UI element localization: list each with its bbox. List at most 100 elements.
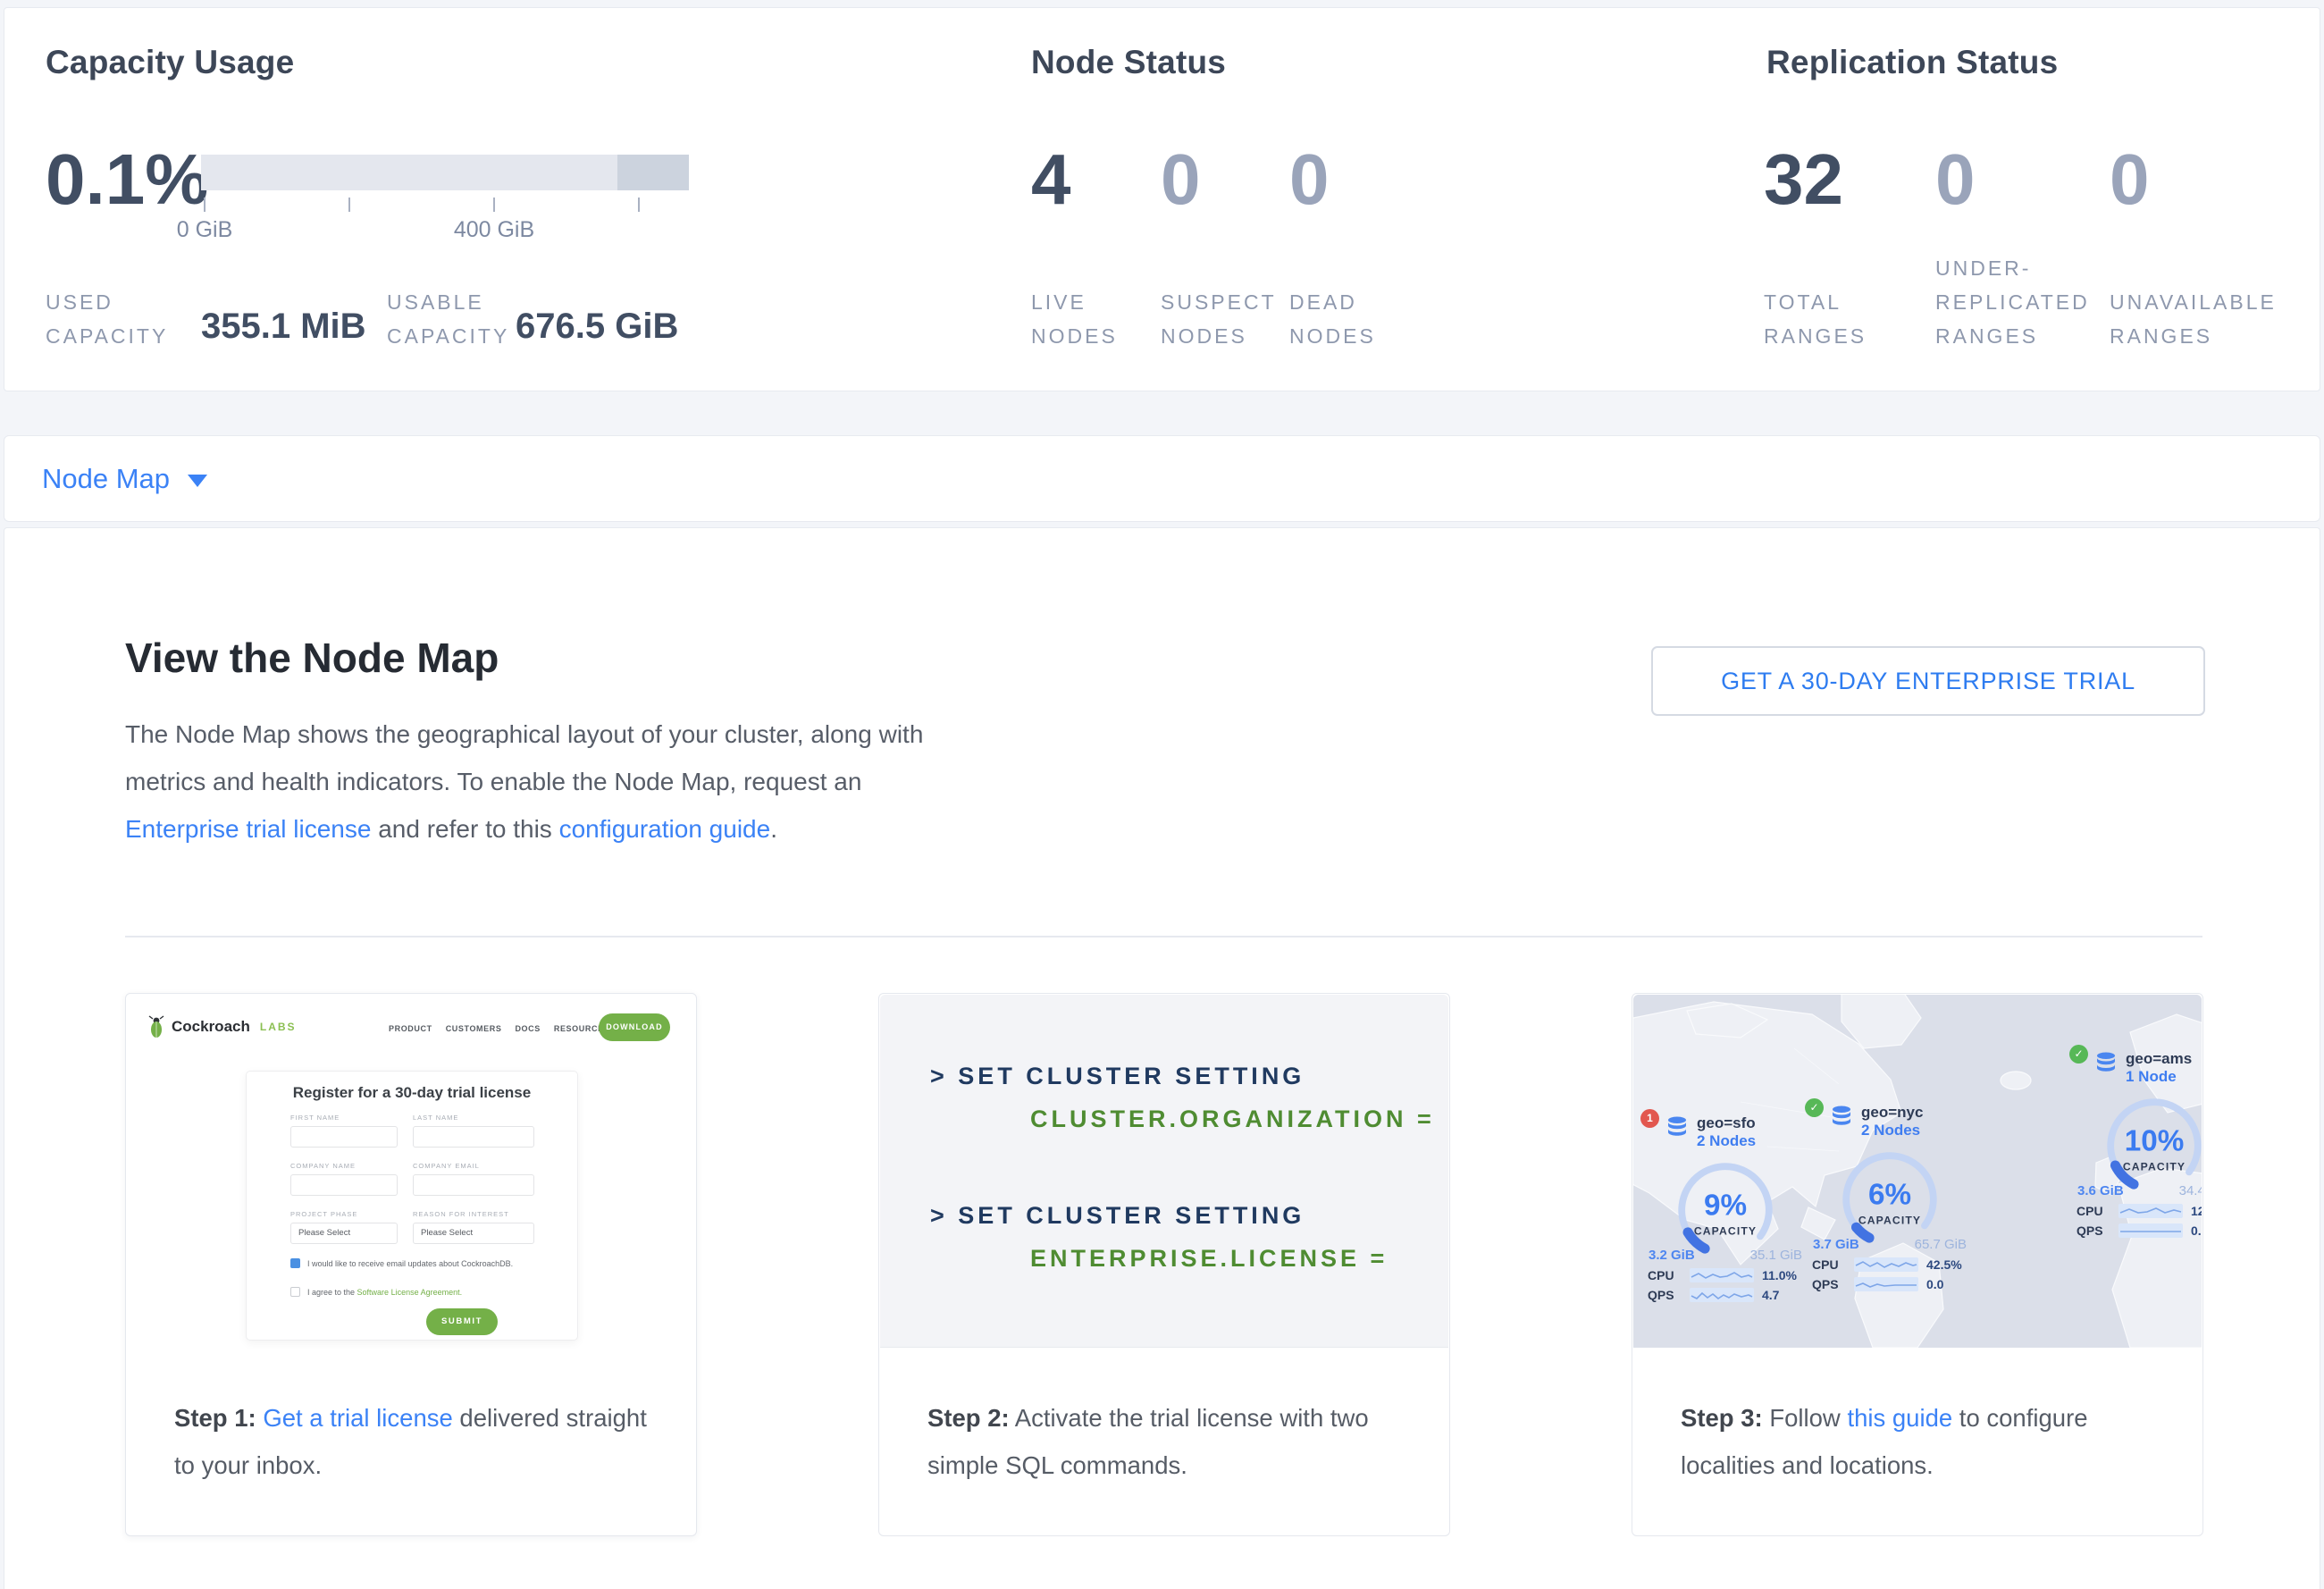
- first-name-label: FIRST NAME: [290, 1114, 398, 1122]
- step1-card: Cockroach LABS PRODUCT CUSTOMERS DOCS RE…: [125, 993, 697, 1536]
- step2-card: > SET CLUSTER SETTING CLUSTER.ORGANIZATI…: [878, 993, 1450, 1536]
- database-icon: [1828, 1104, 1855, 1131]
- locality-ams: ✓ geo=ams 1 Node: [2069, 1050, 2202, 1238]
- step3-card: 1 geo=sfo 2 Nodes: [1632, 993, 2203, 1536]
- dead-nodes-value: 0: [1289, 142, 1330, 217]
- qps-label: QPS: [1812, 1277, 1846, 1291]
- cpu-sparkline: [1854, 1257, 1918, 1272]
- license-agreement-checkbox-row: I agree to the Software License Agreemen…: [290, 1287, 462, 1297]
- capacity-axis-tick: [493, 198, 495, 212]
- gauge-percent: 9%: [1704, 1190, 1747, 1223]
- sql-prompt: >: [930, 1202, 948, 1229]
- step1-label: Step 1:: [174, 1404, 256, 1432]
- locality-node-count: 2 Nodes: [1697, 1132, 1756, 1150]
- node-map-dropdown-label: Node Map: [42, 463, 170, 495]
- company-email-field: COMPANY EMAIL: [413, 1162, 534, 1196]
- usable-capacity-label-line1: USABLE: [387, 285, 509, 319]
- dead-nodes-label-line2: NODES: [1289, 319, 1376, 353]
- project-phase-label: PROJECT PHASE: [290, 1210, 398, 1218]
- registration-site-screenshot: Cockroach LABS PRODUCT CUSTOMERS DOCS RE…: [131, 999, 691, 1387]
- submit-pill-button: SUBMIT: [426, 1308, 498, 1335]
- gauge-percent: 6%: [1868, 1179, 1911, 1212]
- qps-metric-row: QPS 0.0: [2076, 1223, 2202, 1238]
- company-name-field: COMPANY NAME: [290, 1162, 398, 1196]
- cpu-label: CPU: [2076, 1204, 2110, 1218]
- this-guide-link[interactable]: this guide: [1847, 1404, 1952, 1432]
- company-email-label: COMPANY EMAIL: [413, 1162, 534, 1170]
- usable-capacity-value: 676.5 GiB: [516, 307, 678, 347]
- trial-steps-cards: Cockroach LABS PRODUCT CUSTOMERS DOCS RE…: [125, 993, 2203, 1536]
- last-name-input: [413, 1126, 534, 1148]
- capacity-used: 3.2 GiB: [1649, 1248, 1695, 1263]
- suspect-nodes-label: SUSPECT NODES: [1161, 285, 1277, 353]
- sql-setting-name: ENTERPRISE.LICENSE =: [1030, 1245, 1388, 1272]
- last-name-field: LAST NAME: [413, 1114, 534, 1148]
- cpu-sparkline: [1690, 1268, 1754, 1282]
- dead-nodes-label: DEAD NODES: [1289, 285, 1376, 353]
- download-pill-button: DOWNLOAD: [599, 1013, 670, 1041]
- step3-label: Step 3:: [1681, 1404, 1763, 1432]
- total-ranges-label-line2: RANGES: [1764, 319, 1867, 353]
- live-nodes-label-line1: LIVE: [1031, 285, 1118, 319]
- suspect-nodes-label-line2: NODES: [1161, 319, 1277, 353]
- unavailable-label-line1: UNAVAILABLE: [2110, 285, 2277, 319]
- project-phase-select: Please Select: [290, 1223, 398, 1244]
- description-text-3: .: [770, 815, 777, 843]
- cpu-metric-row: CPU 12.3%: [2076, 1204, 2202, 1218]
- sql-line-2: CLUSTER.ORGANIZATION =: [1030, 1106, 1435, 1133]
- brand-suffix: LABS: [260, 1021, 297, 1033]
- locality-node-count: 2 Nodes: [1861, 1122, 1923, 1139]
- cpu-value: 11.0%: [1762, 1268, 1797, 1282]
- brand-name: Cockroach: [172, 1018, 250, 1036]
- first-name-input: [290, 1126, 398, 1148]
- form-title: Register for a 30-day trial license: [247, 1084, 577, 1102]
- license-agreement-pre: I agree to the: [307, 1288, 357, 1297]
- license-agreement-text: I agree to the Software License Agreemen…: [307, 1288, 462, 1297]
- replication-status-title: Replication Status: [1766, 44, 2058, 81]
- capacity-percent-value: 0.1%: [46, 142, 208, 217]
- gauge-label: CAPACITY: [1858, 1215, 1921, 1227]
- project-phase-field: PROJECT PHASE Please Select: [290, 1210, 398, 1244]
- node-map-dropdown[interactable]: Node Map: [42, 463, 207, 495]
- check-badge-icon: ✓: [1805, 1098, 1824, 1117]
- qps-label: QPS: [1648, 1288, 1682, 1302]
- view-selector-bar: Node Map: [4, 435, 2320, 522]
- qps-metric-row: QPS 4.7: [1648, 1288, 1810, 1302]
- company-email-input: [413, 1174, 534, 1196]
- nav-item-product: PRODUCT: [389, 1024, 432, 1033]
- reason-select: Please Select: [413, 1223, 534, 1244]
- nav-item-docs: DOCS: [515, 1024, 540, 1033]
- used-capacity-label-line1: USED: [46, 285, 168, 319]
- cluster-overview-page: Capacity Usage 0.1% 0 GiB 400 GiB USED C…: [0, 0, 2324, 1589]
- locality-nyc: ✓ geo=nyc 2 Nodes: [1805, 1104, 1975, 1291]
- qps-metric-row: QPS 0.0: [1812, 1277, 1975, 1291]
- capacity-axis-label-400: 400 GiB: [423, 217, 566, 243]
- qps-sparkline: [1854, 1277, 1918, 1291]
- locality-name: geo=ams: [2126, 1050, 2192, 1068]
- locality-ams-header: ✓ geo=ams 1 Node: [2069, 1050, 2202, 1097]
- node-status-title: Node Status: [1031, 44, 1226, 81]
- get-enterprise-trial-button[interactable]: GET A 30-DAY ENTERPRISE TRIAL: [1651, 646, 2205, 716]
- cockroach-labs-logo: Cockroach LABS: [147, 1015, 297, 1038]
- cockroach-bug-icon: [147, 1015, 165, 1038]
- capacity-total: 35.1 GiB: [1750, 1248, 1802, 1263]
- gauge-percent: 10%: [2125, 1125, 2185, 1158]
- capacity-axis-tick: [204, 198, 206, 212]
- sql-command: SET CLUSTER SETTING: [958, 1063, 1305, 1089]
- capacity-used: 3.7 GiB: [1813, 1237, 1859, 1252]
- get-trial-license-link[interactable]: Get a trial license: [263, 1404, 452, 1432]
- used-capacity-label: USED CAPACITY: [46, 285, 168, 353]
- gauge-label: CAPACITY: [2123, 1161, 2186, 1173]
- sql-prompt: >: [930, 1063, 948, 1089]
- under-replicated-ranges-label: UNDER- REPLICATED RANGES: [1935, 251, 2090, 353]
- cpu-metric-row: CPU 42.5%: [1812, 1257, 1975, 1272]
- node-map-info-panel: View the Node Map The Node Map shows the…: [4, 527, 2320, 1589]
- suspect-nodes-label-line1: SUSPECT: [1161, 285, 1277, 319]
- configuration-guide-link[interactable]: configuration guide: [559, 815, 771, 843]
- page-title: View the Node Map: [125, 634, 499, 682]
- enterprise-trial-license-link[interactable]: Enterprise trial license: [125, 815, 371, 843]
- unchecked-checkbox-icon: [290, 1287, 300, 1297]
- node-map-preview: 1 geo=sfo 2 Nodes: [1633, 995, 2202, 1348]
- cpu-value: 12.3%: [2191, 1204, 2202, 1218]
- capacity-bar-other-segment: [617, 155, 689, 190]
